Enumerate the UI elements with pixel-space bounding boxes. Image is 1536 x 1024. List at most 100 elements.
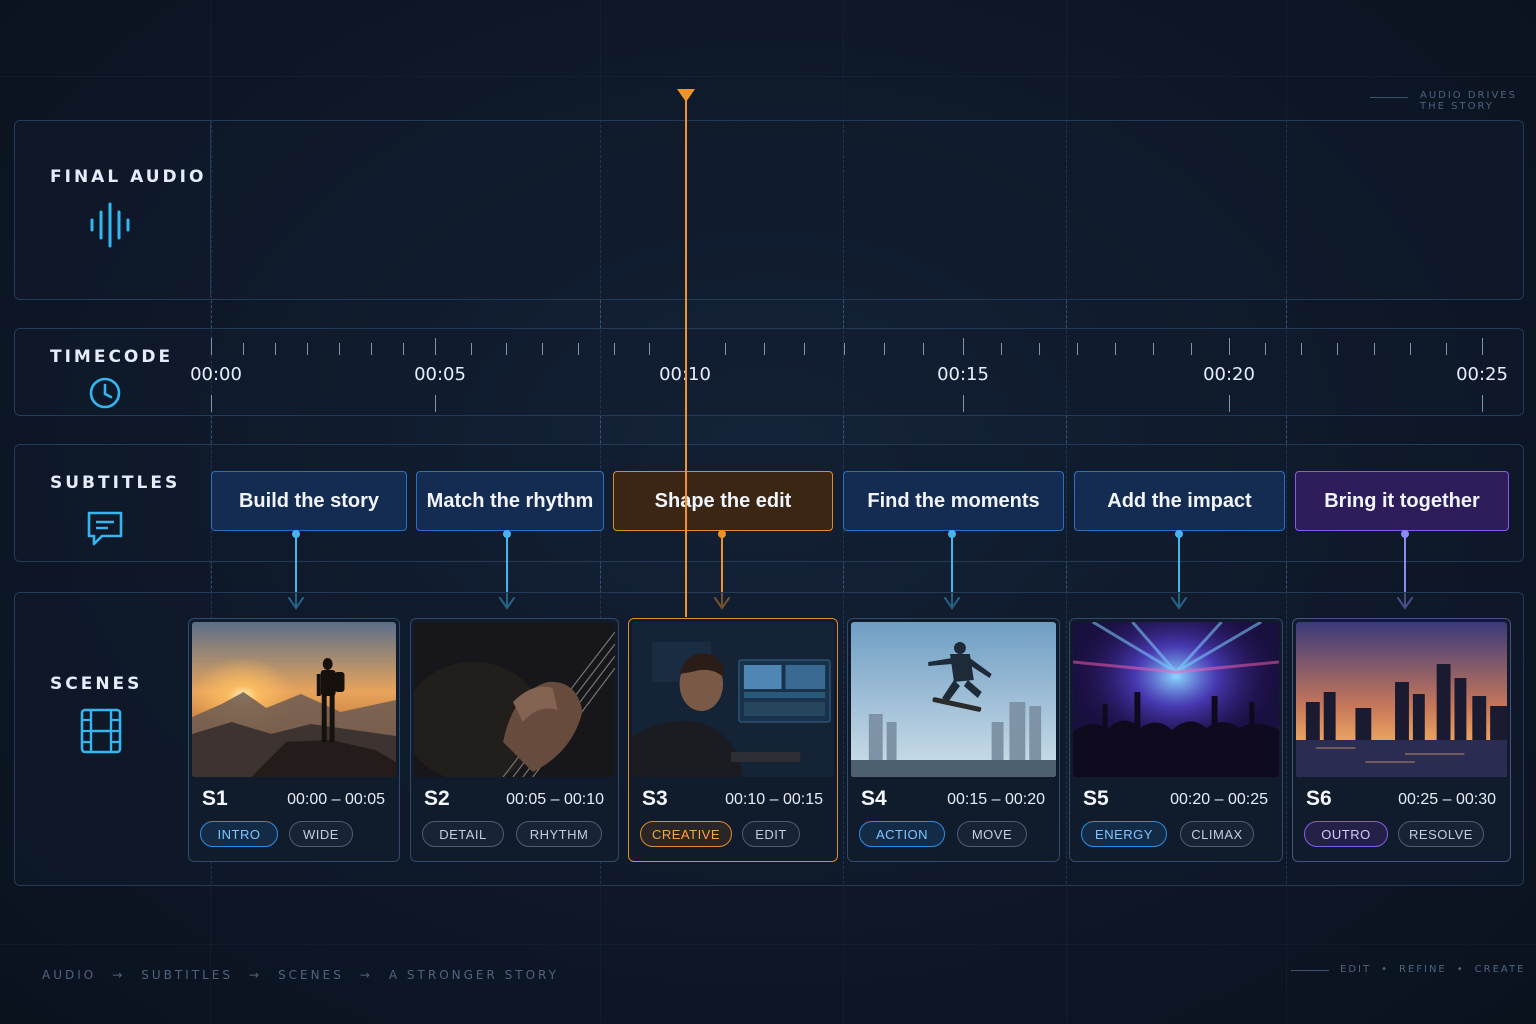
minor-tick bbox=[578, 343, 579, 355]
minor-tick bbox=[804, 343, 805, 355]
minor-tick bbox=[1077, 343, 1078, 355]
minor-tick bbox=[1410, 343, 1411, 355]
scene-id: S1 bbox=[202, 787, 228, 810]
major-tick bbox=[435, 338, 436, 355]
subtitles-row-label: SUBTITLES bbox=[50, 473, 181, 493]
major-tick bbox=[211, 395, 212, 412]
timecode-label: 00:05 bbox=[414, 364, 466, 385]
scene-tag-secondary[interactable]: MOVE bbox=[957, 821, 1027, 847]
scene-tag-secondary[interactable]: WIDE bbox=[289, 821, 353, 847]
footer-tag: CREATE bbox=[1474, 964, 1526, 975]
scene-card-5[interactable]: S5 00:20 – 00:25 ENERGY CLIMAX bbox=[1069, 618, 1283, 862]
audio-row-label: FINAL AUDIO bbox=[50, 167, 207, 187]
subtitle-block-3[interactable]: Shape the edit bbox=[613, 471, 833, 531]
minor-tick bbox=[1191, 343, 1192, 355]
minor-tick bbox=[1039, 343, 1040, 355]
footer-flow: AUDIO → SUBTITLES → SCENES → A STRONGER … bbox=[42, 968, 559, 982]
footer-tag: REFINE bbox=[1398, 964, 1447, 975]
scene-tag-secondary[interactable]: RESOLVE bbox=[1398, 821, 1484, 847]
minor-tick bbox=[1115, 343, 1116, 355]
subtitle-block-1[interactable]: Build the story bbox=[211, 471, 407, 531]
timecode-label: 00:20 bbox=[1203, 364, 1255, 385]
scene-thumbnail bbox=[632, 622, 834, 777]
playhead[interactable] bbox=[674, 86, 698, 618]
scene-id: S2 bbox=[424, 787, 450, 810]
guitar-closeup-image bbox=[414, 622, 615, 777]
minor-tick bbox=[1337, 343, 1338, 355]
scene-tag-primary[interactable]: CREATIVE bbox=[640, 821, 732, 847]
major-tick bbox=[963, 338, 964, 355]
subtitle-block-6[interactable]: Bring it together bbox=[1295, 471, 1509, 531]
major-tick bbox=[1482, 338, 1483, 355]
minor-tick bbox=[307, 343, 308, 355]
minor-tick bbox=[725, 343, 726, 355]
major-tick bbox=[435, 395, 436, 412]
scene-id: S6 bbox=[1306, 787, 1332, 810]
major-tick bbox=[1229, 338, 1230, 355]
scene-thumbnail bbox=[192, 622, 396, 777]
minor-tick bbox=[471, 343, 472, 355]
scenes-row-label: SCENES bbox=[50, 674, 143, 694]
subtitle-block-5[interactable]: Add the impact bbox=[1074, 471, 1285, 531]
minor-tick bbox=[1374, 343, 1375, 355]
minor-tick bbox=[403, 343, 404, 355]
scene-tag-primary[interactable]: DETAIL bbox=[422, 821, 504, 847]
subtitle-block-4[interactable]: Find the moments bbox=[843, 471, 1064, 531]
major-tick bbox=[211, 338, 212, 355]
timecode-row-label: TIMECODE bbox=[50, 347, 174, 367]
scene-card-4[interactable]: S4 00:15 – 00:20 ACTION MOVE bbox=[847, 618, 1060, 862]
minor-tick bbox=[371, 343, 372, 355]
minor-tick bbox=[339, 343, 340, 355]
footer-flow-step: AUDIO bbox=[42, 968, 97, 982]
city-skyline-image bbox=[1296, 622, 1507, 777]
scene-thumbnail bbox=[1296, 622, 1507, 777]
footer-flow-step: SCENES bbox=[278, 968, 344, 982]
minor-tick bbox=[764, 343, 765, 355]
scene-time-range: 00:05 – 00:10 bbox=[506, 791, 604, 808]
scene-time-range: 00:25 – 00:30 bbox=[1398, 791, 1496, 808]
minor-tick bbox=[1153, 343, 1154, 355]
scene-card-2[interactable]: S2 00:05 – 00:10 DETAIL RHYTHM bbox=[410, 618, 619, 862]
minor-tick bbox=[1265, 343, 1266, 355]
corner-note: AUDIO DRIVES THE STORY bbox=[1420, 90, 1517, 112]
footer-right-line bbox=[1291, 970, 1329, 971]
scene-tag-primary[interactable]: ENERGY bbox=[1081, 821, 1167, 847]
minor-tick bbox=[1446, 343, 1447, 355]
minor-tick bbox=[614, 343, 615, 355]
scene-tag-secondary[interactable]: RHYTHM bbox=[516, 821, 602, 847]
grid-line bbox=[0, 944, 1536, 945]
hiker-on-mountain-image bbox=[192, 622, 396, 777]
minor-tick bbox=[243, 343, 244, 355]
concert-crowd-image bbox=[1073, 622, 1279, 777]
film-strip-icon bbox=[80, 708, 122, 754]
scene-tag-primary[interactable]: ACTION bbox=[859, 821, 945, 847]
corner-note-line bbox=[1370, 97, 1408, 98]
audio-waveform[interactable] bbox=[212, 122, 1522, 296]
scene-tag-primary[interactable]: INTRO bbox=[200, 821, 278, 847]
subtitle-block-2[interactable]: Match the rhythm bbox=[416, 471, 604, 531]
minor-tick bbox=[923, 343, 924, 355]
footer-tagline: EDIT • REFINE • CREATE bbox=[1340, 964, 1525, 975]
scene-time-range: 00:15 – 00:20 bbox=[947, 791, 1045, 808]
scene-tag-secondary[interactable]: EDIT bbox=[742, 821, 800, 847]
scene-card-6[interactable]: S6 00:25 – 00:30 OUTRO RESOLVE bbox=[1292, 618, 1511, 862]
scene-time-range: 00:20 – 00:25 bbox=[1170, 791, 1268, 808]
footer-flow-step: SUBTITLES bbox=[141, 968, 233, 982]
scene-card-1[interactable]: S1 00:00 – 00:05 INTRO WIDE bbox=[188, 618, 400, 862]
minor-tick bbox=[542, 343, 543, 355]
clock-icon bbox=[89, 377, 121, 409]
timecode-label: 00:15 bbox=[937, 364, 989, 385]
scene-id: S5 bbox=[1083, 787, 1109, 810]
bullet-icon: • bbox=[1456, 964, 1465, 975]
scene-card-3[interactable]: S3 00:10 – 00:15 CREATIVE EDIT bbox=[628, 618, 838, 862]
editor-at-monitors-image bbox=[632, 622, 834, 777]
grid-line bbox=[0, 76, 1536, 77]
major-tick bbox=[1229, 395, 1230, 412]
corner-note-line1: AUDIO DRIVES bbox=[1420, 90, 1517, 101]
bullet-icon: • bbox=[1381, 964, 1389, 975]
scene-tag-secondary[interactable]: CLIMAX bbox=[1180, 821, 1254, 847]
minor-tick bbox=[1001, 343, 1002, 355]
major-tick bbox=[1482, 395, 1483, 412]
scene-tag-primary[interactable]: OUTRO bbox=[1304, 821, 1388, 847]
arrow-right-icon: → bbox=[249, 968, 263, 982]
